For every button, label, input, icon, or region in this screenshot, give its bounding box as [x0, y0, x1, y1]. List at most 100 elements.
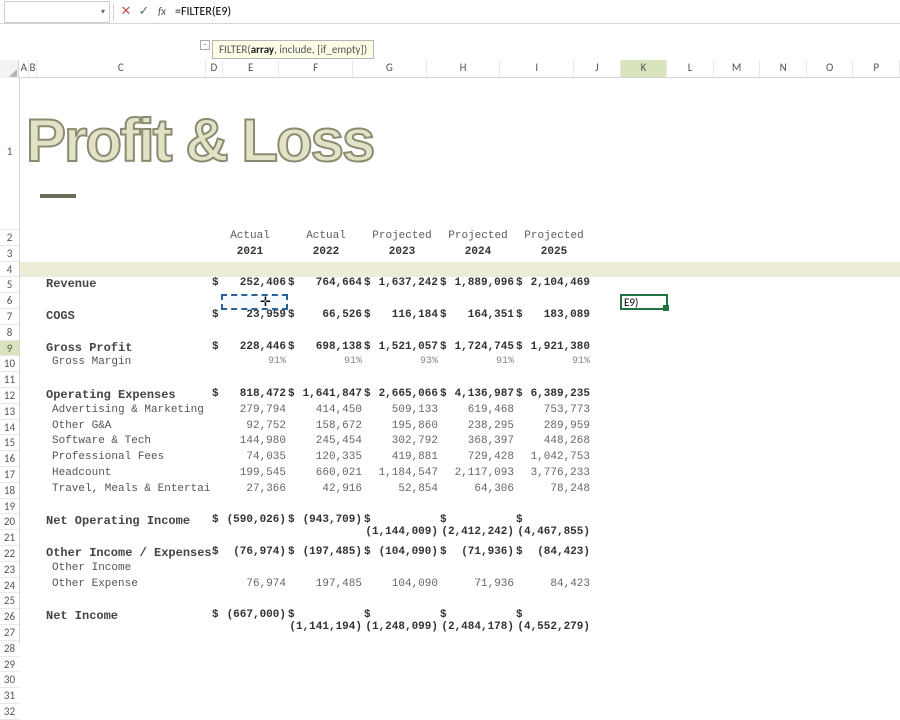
value-cell[interactable]: 71,936 [440, 578, 516, 594]
value-cell[interactable]: 104,090 [364, 578, 440, 594]
row-header[interactable]: 3 [0, 246, 19, 262]
value-cell[interactable]: 78,248 [516, 483, 592, 499]
value-cell[interactable]: 368,397 [440, 435, 516, 451]
col-header[interactable]: I [500, 60, 574, 77]
value-cell[interactable]: 245,454 [288, 435, 364, 451]
value-cell[interactable]: $(2,412,242) [440, 514, 516, 530]
row-label[interactable]: Advertising & Marketing [38, 404, 212, 420]
row-header[interactable]: 19 [0, 499, 19, 515]
row-header[interactable]: 30 [0, 672, 19, 688]
row-label[interactable]: Other G&A [38, 420, 212, 436]
row-header[interactable]: 29 [0, 657, 19, 673]
value-cell[interactable] [440, 562, 516, 578]
row-header[interactable]: 9 [0, 341, 19, 357]
row-label[interactable]: Net Income [38, 609, 212, 625]
row-header[interactable]: 27 [0, 625, 19, 641]
value-cell[interactable]: $23,959 [212, 309, 288, 325]
col-header[interactable]: E [223, 60, 279, 77]
chevron-down-icon[interactable]: ▾ [101, 7, 105, 17]
value-cell[interactable] [516, 562, 592, 578]
value-cell[interactable]: 414,450 [288, 404, 364, 420]
row-label[interactable]: Software & Tech [38, 435, 212, 451]
row-label[interactable]: Gross Profit [38, 341, 212, 357]
row-label[interactable]: Other Expense [38, 578, 212, 594]
col-header[interactable]: K [621, 60, 668, 77]
col-header[interactable]: A [19, 60, 29, 77]
name-box[interactable]: ▾ [4, 1, 110, 23]
value-cell[interactable]: 302,792 [364, 435, 440, 451]
value-cell[interactable]: 64,306 [440, 483, 516, 499]
value-cell[interactable]: 238,295 [440, 420, 516, 436]
value-cell[interactable]: 91% [440, 356, 516, 372]
row-label[interactable]: Professional Fees [38, 451, 212, 467]
value-cell[interactable]: $1,921,380 [516, 341, 592, 357]
value-cell[interactable]: 2,117,093 [440, 467, 516, 483]
row-label[interactable]: Headcount [38, 467, 212, 483]
value-cell[interactable]: 195,860 [364, 420, 440, 436]
value-cell[interactable]: $698,138 [288, 341, 364, 357]
row-header[interactable]: 6 [0, 293, 19, 309]
value-cell[interactable]: $(1,141,194) [288, 609, 364, 625]
col-header[interactable]: B [29, 60, 37, 77]
value-cell[interactable]: $1,889,096 [440, 277, 516, 293]
value-cell[interactable]: $818,472 [212, 388, 288, 404]
value-cell[interactable]: $1,521,057 [364, 341, 440, 357]
value-cell[interactable]: 93% [364, 356, 440, 372]
row-header[interactable]: 31 [0, 688, 19, 704]
value-cell[interactable]: 448,268 [516, 435, 592, 451]
sheet-area[interactable]: Profit & Loss Actual Actual Projected Pr… [20, 78, 900, 644]
row-header[interactable]: 20 [0, 514, 19, 530]
value-cell[interactable]: 91% [516, 356, 592, 372]
fill-handle[interactable] [663, 305, 669, 311]
value-cell[interactable]: 74,035 [212, 451, 288, 467]
row-label[interactable]: Travel, Meals & Entertainm [38, 483, 212, 499]
row-header[interactable]: 32 [0, 704, 19, 720]
value-cell[interactable]: 660,021 [288, 467, 364, 483]
value-cell[interactable]: $6,389,235 [516, 388, 592, 404]
row-header[interactable]: 1 [0, 78, 19, 230]
row-label[interactable]: Operating Expenses [38, 388, 212, 404]
value-cell[interactable]: 158,672 [288, 420, 364, 436]
value-cell[interactable]: $66,526 [288, 309, 364, 325]
value-cell[interactable]: $116,184 [364, 309, 440, 325]
value-cell[interactable]: $183,089 [516, 309, 592, 325]
row-header[interactable]: 17 [0, 467, 19, 483]
value-cell[interactable]: 1,184,547 [364, 467, 440, 483]
value-cell[interactable]: 1,042,753 [516, 451, 592, 467]
value-cell[interactable]: 52,854 [364, 483, 440, 499]
value-cell[interactable]: 27,366 [212, 483, 288, 499]
col-header[interactable]: G [353, 60, 427, 77]
col-header[interactable]: L [667, 60, 714, 77]
row-header[interactable]: 22 [0, 546, 19, 562]
col-header[interactable]: D [206, 60, 223, 77]
value-cell[interactable]: $2,665,066 [364, 388, 440, 404]
value-cell[interactable]: 419,881 [364, 451, 440, 467]
row-header[interactable]: 28 [0, 641, 19, 657]
value-cell[interactable]: $(943,709) [288, 514, 364, 530]
row-header[interactable]: 10 [0, 356, 19, 372]
fx-icon[interactable]: fx [153, 3, 171, 21]
value-cell[interactable]: $2,104,469 [516, 277, 592, 293]
value-cell[interactable]: $1,641,847 [288, 388, 364, 404]
col-header[interactable]: H [427, 60, 501, 77]
value-cell[interactable]: $(71,936) [440, 546, 516, 562]
value-cell[interactable]: $(1,144,009) [364, 514, 440, 530]
value-cell[interactable] [212, 562, 288, 578]
value-cell[interactable]: $(2,484,178) [440, 609, 516, 625]
value-cell[interactable]: $164,351 [440, 309, 516, 325]
value-cell[interactable]: 619,468 [440, 404, 516, 420]
value-cell[interactable]: $(4,552,279) [516, 609, 592, 625]
value-cell[interactable]: 144,980 [212, 435, 288, 451]
row-header[interactable]: 4 [0, 262, 19, 278]
value-cell[interactable]: $(1,248,099) [364, 609, 440, 625]
row-header[interactable]: 18 [0, 483, 19, 499]
value-cell[interactable]: $764,664 [288, 277, 364, 293]
value-cell[interactable]: 509,133 [364, 404, 440, 420]
row-header[interactable]: 2 [0, 230, 19, 246]
row-label[interactable]: Other Income [38, 562, 212, 578]
row-header[interactable]: 14 [0, 420, 19, 436]
formula-input[interactable]: =FILTER(E9) [171, 3, 900, 21]
row-header[interactable]: 25 [0, 593, 19, 609]
value-cell[interactable]: 91% [212, 356, 288, 372]
value-cell[interactable]: $(4,467,855) [516, 514, 592, 530]
